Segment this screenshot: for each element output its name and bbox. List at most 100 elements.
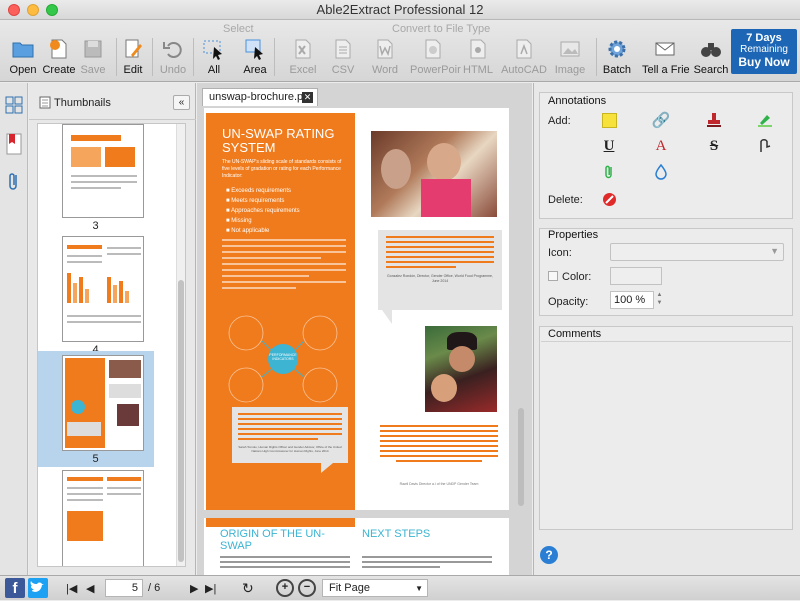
rating-item: ■ Approaches requirements: [226, 208, 300, 214]
convert-image-button[interactable]: Image: [547, 34, 593, 80]
zoom-out-icon[interactable]: −: [298, 579, 316, 597]
document-tab[interactable]: unswap-brochure.pdf ✕: [202, 88, 318, 106]
main-toolbar: Select Convert to File Type Open Create …: [0, 20, 800, 82]
gear-icon: [608, 40, 626, 58]
next-steps-body: [362, 556, 492, 572]
quote-lower-attribution: Rawil Davis Director a.i of the UNDP Gen…: [399, 482, 479, 486]
color-label: Color:: [562, 271, 592, 283]
underline-icon[interactable]: U: [600, 137, 618, 155]
quote-right-attribution: Gonzalez Rondón, Director, Gender Office…: [387, 274, 493, 283]
document-scroll-thumb[interactable]: [518, 408, 524, 506]
thumbnail-page-6[interactable]: [62, 470, 144, 566]
page-number-input[interactable]: 5: [105, 579, 143, 597]
strikethrough-icon[interactable]: S: [705, 137, 723, 155]
bookmark-icon[interactable]: [6, 133, 22, 155]
last-page-button[interactable]: ▶|: [205, 582, 216, 595]
undo-button[interactable]: Undo: [150, 34, 196, 80]
origin-title: ORIGIN OF THE UN-SWAP: [220, 528, 325, 552]
prev-page-button[interactable]: ◀: [86, 582, 94, 595]
stamp-icon[interactable]: [705, 111, 723, 129]
delete-label: Delete:: [548, 194, 583, 206]
attachment-icon[interactable]: [6, 171, 22, 193]
document-page: UN-SWAP RATING SYSTEM The UN-SWAP's slid…: [204, 108, 509, 575]
facebook-icon[interactable]: f: [5, 578, 25, 598]
undo-arrow-icon: [163, 42, 182, 58]
thumbnail-page-4[interactable]: [62, 236, 144, 342]
quote-box-right: Gonzalez Rondón, Director, Gender Office…: [378, 230, 502, 310]
rating-item: ■ Missing: [226, 218, 252, 224]
convert-csv-button[interactable]: CSV: [320, 34, 366, 80]
icon-select[interactable]: ▼: [610, 243, 784, 261]
search-button[interactable]: Search: [688, 34, 734, 80]
opacity-input[interactable]: 100 %: [610, 291, 654, 309]
buy-now-button[interactable]: 7 Days Remaining Buy Now: [731, 29, 797, 74]
thumbnail-label: 5: [92, 453, 99, 465]
quote-lower: [376, 422, 502, 478]
properties-sidebar: Annotations Add: 🔗 U A S Delete: Propert…: [533, 83, 800, 575]
chevron-down-icon: ▼: [770, 246, 779, 256]
select-area-button[interactable]: Area: [232, 34, 278, 80]
annotations-section: Annotations Add: 🔗 U A S Delete:: [539, 92, 793, 219]
powerpoint-file-icon: [425, 39, 441, 59]
title-bar: Able2Extract Professional 12: [0, 0, 800, 20]
opacity-stepper[interactable]: ▲ ▼: [655, 291, 664, 309]
highlighter-icon[interactable]: [756, 111, 774, 129]
next-page-button[interactable]: ▶: [190, 582, 198, 595]
ratings-list: ■ Exceeds requirements ■ Meets requireme…: [226, 186, 346, 236]
photo-mother-child: [425, 326, 497, 412]
thumbnails-view-icon[interactable]: [4, 95, 24, 115]
link-icon[interactable]: 🔗: [652, 111, 671, 129]
document-scrollbar[interactable]: [517, 108, 526, 575]
close-tab-icon[interactable]: ✕: [302, 92, 313, 103]
new-document-icon: [50, 39, 67, 59]
color-swatch[interactable]: [610, 267, 662, 285]
properties-section: Properties Icon: ▼ Color: Opacity: 100 %…: [539, 228, 793, 316]
zoom-in-icon[interactable]: +: [276, 579, 294, 597]
thumbnails-scrollbar[interactable]: [176, 124, 185, 566]
freehand-icon[interactable]: [756, 137, 774, 155]
edit-pencil-icon: [125, 39, 142, 58]
document-viewer: unswap-brochure.pdf ✕ UN-SWAP RATING SYS…: [197, 83, 532, 575]
first-page-button[interactable]: |◀: [66, 582, 77, 595]
zoom-window-button[interactable]: [46, 4, 58, 16]
tell-a-friend-button[interactable]: Tell a Frie: [642, 34, 690, 80]
collapse-panel-button[interactable]: «: [173, 95, 190, 110]
convert-autocad-button[interactable]: AutoCAD: [501, 34, 547, 80]
twitter-icon[interactable]: [28, 578, 48, 598]
convert-powerpoint-button[interactable]: PowerPoir: [410, 34, 461, 80]
minimize-window-button[interactable]: [27, 4, 39, 16]
sticky-note-icon[interactable]: [600, 111, 618, 129]
binoculars-icon: [701, 43, 721, 57]
orange-panel: UN-SWAP RATING SYSTEM The UN-SWAP's slid…: [206, 113, 355, 527]
convert-html-button[interactable]: HTML: [455, 34, 501, 80]
toolbar-divider: [274, 38, 275, 76]
select-all-button[interactable]: All: [191, 34, 237, 80]
photo-women-children: [371, 131, 497, 217]
thumbnail-page-5[interactable]: [62, 355, 144, 451]
document-tab-label: unswap-brochure.pdf: [209, 91, 313, 103]
folder-icon: [12, 42, 34, 58]
thumbnails-scroll-thumb[interactable]: [178, 280, 184, 562]
rotate-icon[interactable]: ↻: [242, 580, 254, 597]
convert-word-button[interactable]: Word: [362, 34, 408, 80]
color-checkbox[interactable]: [548, 271, 558, 281]
sound-icon[interactable]: [652, 163, 670, 181]
select-area-cursor-icon: [245, 39, 263, 60]
comments-section: Comments: [539, 326, 793, 530]
image-file-icon: [560, 41, 580, 57]
zoom-select[interactable]: Fit Page ▼: [322, 579, 428, 597]
close-window-button[interactable]: [8, 4, 20, 16]
help-icon[interactable]: ?: [540, 546, 558, 564]
quote-box-left: Sarah Tomolo, Human Rights Officer and G…: [232, 407, 348, 463]
quote-left-attribution: Sarah Tomolo, Human Rights Officer and G…: [238, 445, 342, 453]
thumbnail-page-3[interactable]: [62, 124, 144, 218]
delete-annotation-icon[interactable]: [600, 190, 618, 208]
html-file-icon: [470, 39, 486, 59]
comments-divider: [541, 341, 791, 342]
rating-item: ■ Not applicable: [226, 228, 270, 234]
icon-label: Icon:: [548, 247, 572, 259]
insert-text-icon[interactable]: A: [652, 137, 670, 155]
properties-title: Properties: [548, 229, 599, 241]
batch-button[interactable]: Batch: [594, 34, 640, 80]
paperclip-icon[interactable]: [600, 163, 618, 181]
